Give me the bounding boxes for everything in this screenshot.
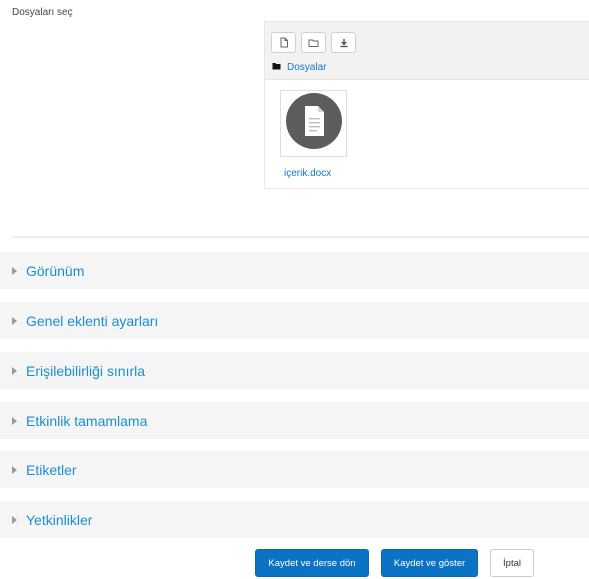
cancel-button[interactable]: İptal: [490, 549, 534, 577]
section-title: Erişilebilirliği sınırla: [26, 362, 146, 379]
save-and-return-button[interactable]: Kaydet ve derse dön: [255, 549, 369, 577]
document-icon: [285, 92, 343, 155]
download-all-button[interactable]: [331, 32, 356, 53]
section-title: Yetkinlikler: [26, 511, 93, 528]
section-competencies[interactable]: Yetkinlikler: [0, 501, 589, 538]
section-common-plugin-settings[interactable]: Genel eklenti ayarları: [0, 302, 589, 339]
section-restrict-access[interactable]: Erişilebilirliği sınırla: [0, 352, 589, 389]
section-title: Etkinlik tamamlama: [26, 412, 148, 429]
folder-icon: [308, 38, 319, 48]
caret-right-icon: [12, 416, 17, 425]
section-tags[interactable]: Etiketler: [0, 451, 589, 488]
files-label: Dosyaları seç: [12, 7, 73, 18]
section-title: Genel eklenti ayarları: [26, 312, 159, 329]
caret-right-icon: [12, 366, 17, 375]
divider: [12, 236, 589, 238]
caret-right-icon: [12, 465, 17, 474]
file-manager: Dosyalar içerik.docx: [264, 21, 589, 189]
create-folder-button[interactable]: [301, 32, 326, 53]
add-file-button[interactable]: [271, 32, 296, 53]
section-title: Etiketler: [26, 461, 77, 478]
section-title: Görünüm: [26, 262, 85, 279]
save-and-display-button[interactable]: Kaydet ve göster: [381, 549, 478, 577]
file-thumbnail[interactable]: [280, 90, 347, 157]
section-appearance[interactable]: Görünüm: [0, 252, 589, 289]
caret-right-icon: [12, 266, 17, 275]
file-manager-toolbar: Dosyalar: [265, 22, 589, 80]
caret-right-icon: [12, 316, 17, 325]
file-name-link[interactable]: içerik.docx: [284, 168, 331, 179]
caret-right-icon: [12, 515, 17, 524]
file-icon: [279, 37, 289, 48]
folder-icon: [272, 62, 281, 73]
breadcrumb-folder-link[interactable]: Dosyalar: [287, 62, 326, 73]
download-icon: [339, 38, 349, 48]
breadcrumb: Dosyalar: [272, 62, 326, 73]
section-activity-completion[interactable]: Etkinlik tamamlama: [0, 402, 589, 439]
